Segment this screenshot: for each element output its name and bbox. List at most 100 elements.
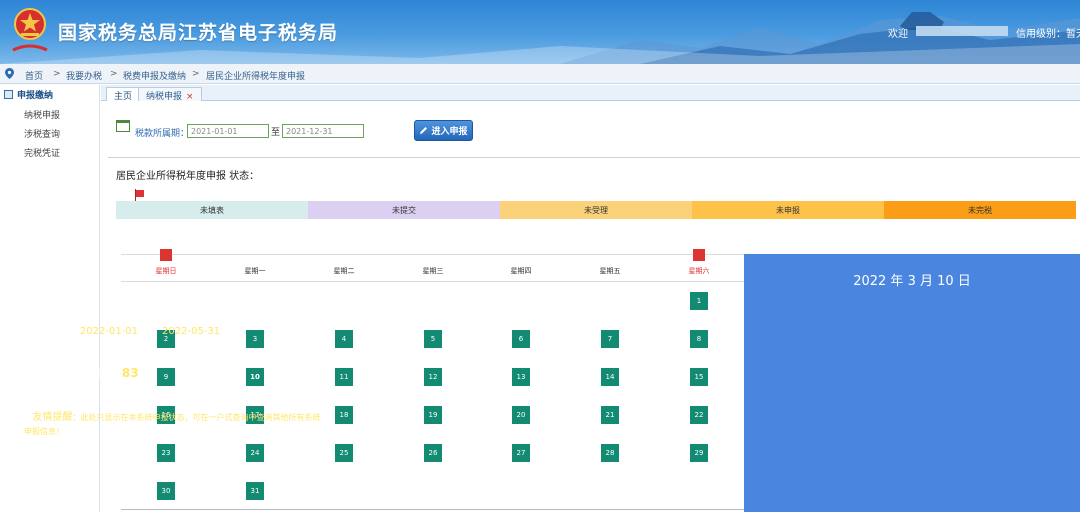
masked-username — [916, 26, 1008, 36]
breadcrumb-separator: > — [110, 69, 118, 79]
breadcrumb-home[interactable]: 首页 — [25, 69, 43, 82]
tab-home-label: 主页 — [114, 92, 133, 102]
period-to-label: 至 — [271, 128, 281, 138]
tab-declaration[interactable]: 纳税申报 × — [138, 87, 202, 102]
calendar-day[interactable]: 23 — [157, 444, 175, 462]
weekday-label: 星期三 — [422, 267, 444, 275]
calendar-day[interactable]: 21 — [601, 406, 619, 424]
period-deadline-label: 申报期限 — [32, 326, 73, 337]
calendar-day[interactable]: 24 — [246, 444, 264, 462]
close-icon[interactable]: × — [186, 92, 194, 102]
bullet-icon: • — [24, 412, 30, 423]
calendar-day[interactable]: 11 — [335, 368, 353, 386]
status-undeclared: 未申报 — [692, 201, 884, 219]
status-progress-bar: 未填表 未提交 未受理 未申报 未完税 — [116, 201, 1076, 219]
weekday-label: 星期六 — [688, 267, 710, 275]
calendar-day[interactable]: 14 — [601, 368, 619, 386]
weekday-label: 星期四 — [510, 267, 532, 275]
sidebar-item-certificate[interactable]: 完税凭证 — [24, 146, 60, 159]
calendar-day[interactable]: 22 — [690, 406, 708, 424]
calendar-day[interactable]: 13 — [512, 368, 530, 386]
status-unaccepted: 未受理 — [500, 201, 692, 219]
calendar-bottom-line — [121, 509, 744, 510]
calendar-day[interactable]: 9 — [157, 368, 175, 386]
breadcrumb-separator: > — [53, 69, 61, 79]
breadcrumb-tax-services[interactable]: 我要办税 — [66, 69, 102, 82]
calendar-day[interactable]: 20 — [512, 406, 530, 424]
weekend-flag-icon — [693, 249, 705, 261]
calendar-day[interactable]: 30 — [157, 482, 175, 500]
tax-emblem-icon — [12, 8, 48, 52]
calendar-day[interactable]: 15 — [690, 368, 708, 386]
breadcrumb: 首页 > 我要办税 > 税费申报及缴纳 > 居民企业所得税年度申报 — [0, 64, 1080, 84]
weekday-label: 星期五 — [599, 267, 621, 275]
reminder-label: 友情提醒 — [32, 412, 73, 423]
calendar-day[interactable]: 26 — [424, 444, 442, 462]
breadcrumb-separator: > — [192, 69, 200, 79]
calendar-day[interactable]: 28 — [601, 444, 619, 462]
period-deadline-to: 至 — [145, 326, 156, 337]
weekday-label: 星期日 — [155, 267, 177, 275]
sidebar-item-declaration[interactable]: 纳税申报 — [24, 108, 60, 121]
calendar-day[interactable]: 18 — [335, 406, 353, 424]
calendar-day[interactable]: 27 — [512, 444, 530, 462]
calendar-day[interactable]: 1 — [690, 292, 708, 310]
period-start-input[interactable] — [187, 124, 269, 138]
sidebar-item-query[interactable]: 涉税查询 — [24, 127, 60, 140]
calendar-day[interactable]: 4 — [335, 330, 353, 348]
period-end-input[interactable] — [282, 124, 364, 138]
enter-declaration-label: 进入申报 — [431, 127, 468, 137]
calendar-icon — [116, 120, 130, 132]
calendar-day[interactable]: 6 — [512, 330, 530, 348]
weekday-label: 星期一 — [244, 267, 266, 275]
divider — [108, 157, 1080, 158]
period-deadline-start: 2022-01-01 — [79, 326, 139, 337]
tab-home[interactable]: 主页 — [106, 87, 141, 102]
friendly-reminder: • 友情提醒：此处只显示在本系统申报状态，可在一户式查询中查询其他所有系统申报信… — [24, 411, 328, 439]
period-label: 税款所属期： — [135, 129, 190, 139]
calendar-day[interactable]: 25 — [335, 444, 353, 462]
calendar-day[interactable]: 5 — [424, 330, 442, 348]
sidebar-section-label: 申报缴纳 — [17, 91, 54, 101]
calendar-day[interactable]: 29 — [690, 444, 708, 462]
declaration-period-row: • 申报期限 2022-01-01 至 2022-05-31 — [24, 322, 220, 337]
location-pin-icon — [5, 68, 14, 79]
menu-square-icon — [4, 90, 13, 99]
weekend-flag-icon — [160, 249, 172, 261]
credit-level: 信用级别：暂无 — [1016, 29, 1080, 40]
bullet-icon: • — [24, 326, 30, 337]
current-date: 2022 年 3 月 10 日 — [853, 274, 971, 289]
calendar-day[interactable]: 7 — [601, 330, 619, 348]
calendar-day[interactable]: 19 — [424, 406, 442, 424]
status-unfilled: 未填表 — [116, 201, 308, 219]
enter-declaration-button[interactable]: 进入申报 — [414, 120, 473, 141]
calendar-day[interactable]: 10 — [246, 368, 264, 386]
bullet-icon: • — [24, 369, 30, 380]
weekday-label: 星期二 — [333, 267, 355, 275]
info-panel: 2022 年 3 月 10 日 — [744, 254, 1080, 512]
calendar-day[interactable]: 8 — [690, 330, 708, 348]
status-unaccepted-label: 未受理 — [584, 205, 608, 215]
sidebar: 申报缴纳 纳税申报 涉税查询 完税凭证 — [0, 85, 100, 512]
pencil-icon — [420, 127, 428, 134]
remaining-days-value: 83 — [115, 366, 145, 381]
calendar-day[interactable]: 31 — [246, 482, 264, 500]
calendar-day[interactable]: 3 — [246, 330, 264, 348]
remaining-suffix: 天 — [147, 369, 158, 380]
status-undeclared-label: 未申报 — [776, 205, 800, 215]
welcome-text: 欢迎 — [888, 29, 908, 40]
breadcrumb-declare-pay[interactable]: 税费申报及缴纳 — [123, 69, 186, 82]
remaining-days-row: • 离申报期结束还有 83 天 — [24, 365, 158, 381]
site-header: 国家税务总局江苏省电子税务局 欢迎 信用级别：暂无 — [0, 0, 1080, 64]
remaining-prefix: 离申报期结束还有 — [32, 369, 113, 380]
period-deadline-end: 2022-05-31 — [162, 326, 221, 337]
status-unfilled-label: 未填表 — [200, 205, 224, 215]
site-title: 国家税务总局江苏省电子税务局 — [58, 22, 339, 44]
status-unpaid: 未完税 — [884, 201, 1076, 219]
sidebar-section-declare[interactable]: 申报缴纳 — [4, 88, 53, 101]
status-unsubmitted-label: 未提交 — [392, 205, 416, 215]
status-title: 居民企业所得税年度申报 状态： — [116, 171, 260, 182]
flag-icon — [136, 190, 144, 197]
calendar-day[interactable]: 12 — [424, 368, 442, 386]
tab-bar: 主页 纳税申报 × — [101, 85, 1080, 102]
